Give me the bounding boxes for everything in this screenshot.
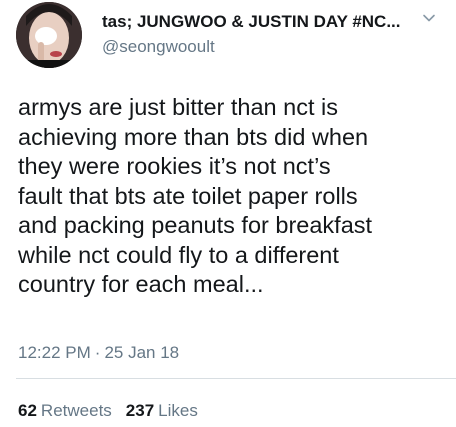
retweets-label: Retweets xyxy=(40,401,112,420)
tweet-text-line: armys are just bitter than nct is xyxy=(18,94,338,120)
tweet-card: tas; JUNGWOO & JUSTIN DAY #NC... @seongw… xyxy=(0,0,456,427)
tweet-text-line: and packing peanuts for breakfast xyxy=(18,212,373,238)
likes-stat[interactable]: 237 Likes xyxy=(126,401,198,420)
tweet-time: 12:22 PM xyxy=(18,343,91,362)
tweet-text-line: achieving more than bts did when xyxy=(18,123,369,150)
chevron-down-icon[interactable] xyxy=(421,10,437,26)
tweet-text-line: while nct could fly to a different xyxy=(18,241,339,268)
tweet-text-line: country for each meal... xyxy=(18,271,264,297)
retweets-count: 62 xyxy=(18,401,37,420)
user-handle[interactable]: @seongwooult xyxy=(102,37,215,57)
tweet-date: 25 Jan 18 xyxy=(104,343,180,362)
tweet-text-line: they were rookies it’s not nct’s xyxy=(18,153,331,179)
tweet-text-line: fault that bts ate toilet paper rolls xyxy=(18,182,358,209)
tweet-text: armys are just bitter than nct is achiev… xyxy=(18,93,450,300)
divider xyxy=(16,378,456,379)
retweets-stat[interactable]: 62 Retweets xyxy=(18,401,112,420)
tweet-stats: 62 Retweets 237 Likes xyxy=(18,401,198,421)
likes-count: 237 xyxy=(125,401,155,420)
avatar[interactable] xyxy=(16,2,82,68)
timestamp-separator: · xyxy=(94,343,101,362)
tweet-timestamp[interactable]: 12:22 PM · 25 Jan 18 xyxy=(18,343,179,363)
avatar-image xyxy=(16,2,82,68)
display-name[interactable]: tas; JUNGWOO & JUSTIN DAY #NC... xyxy=(102,12,401,32)
likes-label: Likes xyxy=(158,401,198,420)
